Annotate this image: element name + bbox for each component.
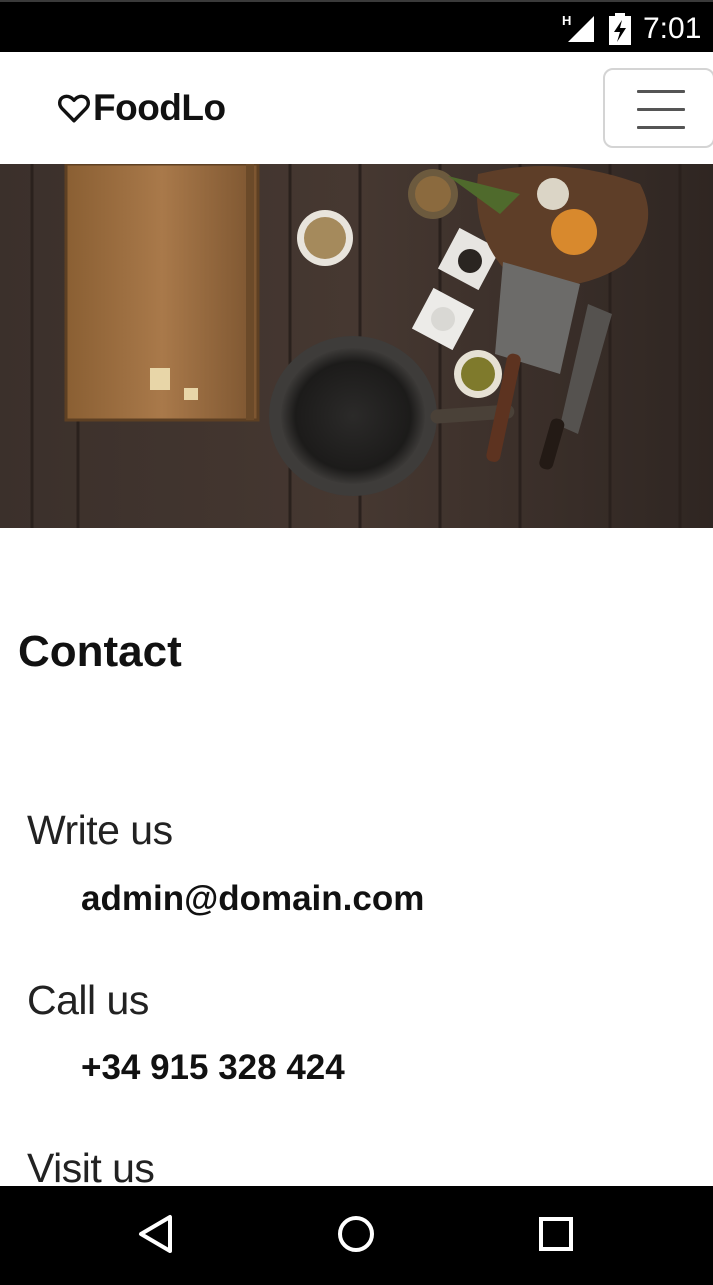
phone-link[interactable]: +34 915 328 424: [81, 1047, 345, 1089]
home-circle-icon[interactable]: [336, 1214, 376, 1254]
brand-logo[interactable]: FoodLo: [57, 88, 226, 128]
write-us-label: Write us: [27, 807, 173, 853]
signal-icon: H: [562, 13, 594, 42]
brand-name: FoodLo: [93, 87, 226, 128]
back-triangle-icon[interactable]: [136, 1214, 176, 1254]
kitchen-table-photo: [0, 164, 713, 528]
recents-square-icon[interactable]: [536, 1214, 576, 1254]
hero-image: [0, 164, 713, 528]
network-type-label: H: [562, 13, 571, 28]
top-navbar: FoodLo: [0, 52, 713, 164]
visit-us-label: Visit us: [27, 1145, 155, 1186]
contact-section: Contact Write us admin@domain.com Call u…: [0, 528, 713, 1186]
menu-toggle-button[interactable]: [603, 68, 713, 148]
battery-charging-icon: [609, 13, 631, 45]
system-navigation-bar: [0, 1186, 713, 1285]
status-bar: H 7:01: [0, 0, 713, 52]
email-link[interactable]: admin@domain.com: [81, 878, 424, 920]
contact-title: Contact: [18, 627, 182, 676]
heart-outline-icon: [58, 94, 90, 123]
call-us-label: Call us: [27, 977, 149, 1023]
status-time: 7:01: [643, 12, 702, 45]
